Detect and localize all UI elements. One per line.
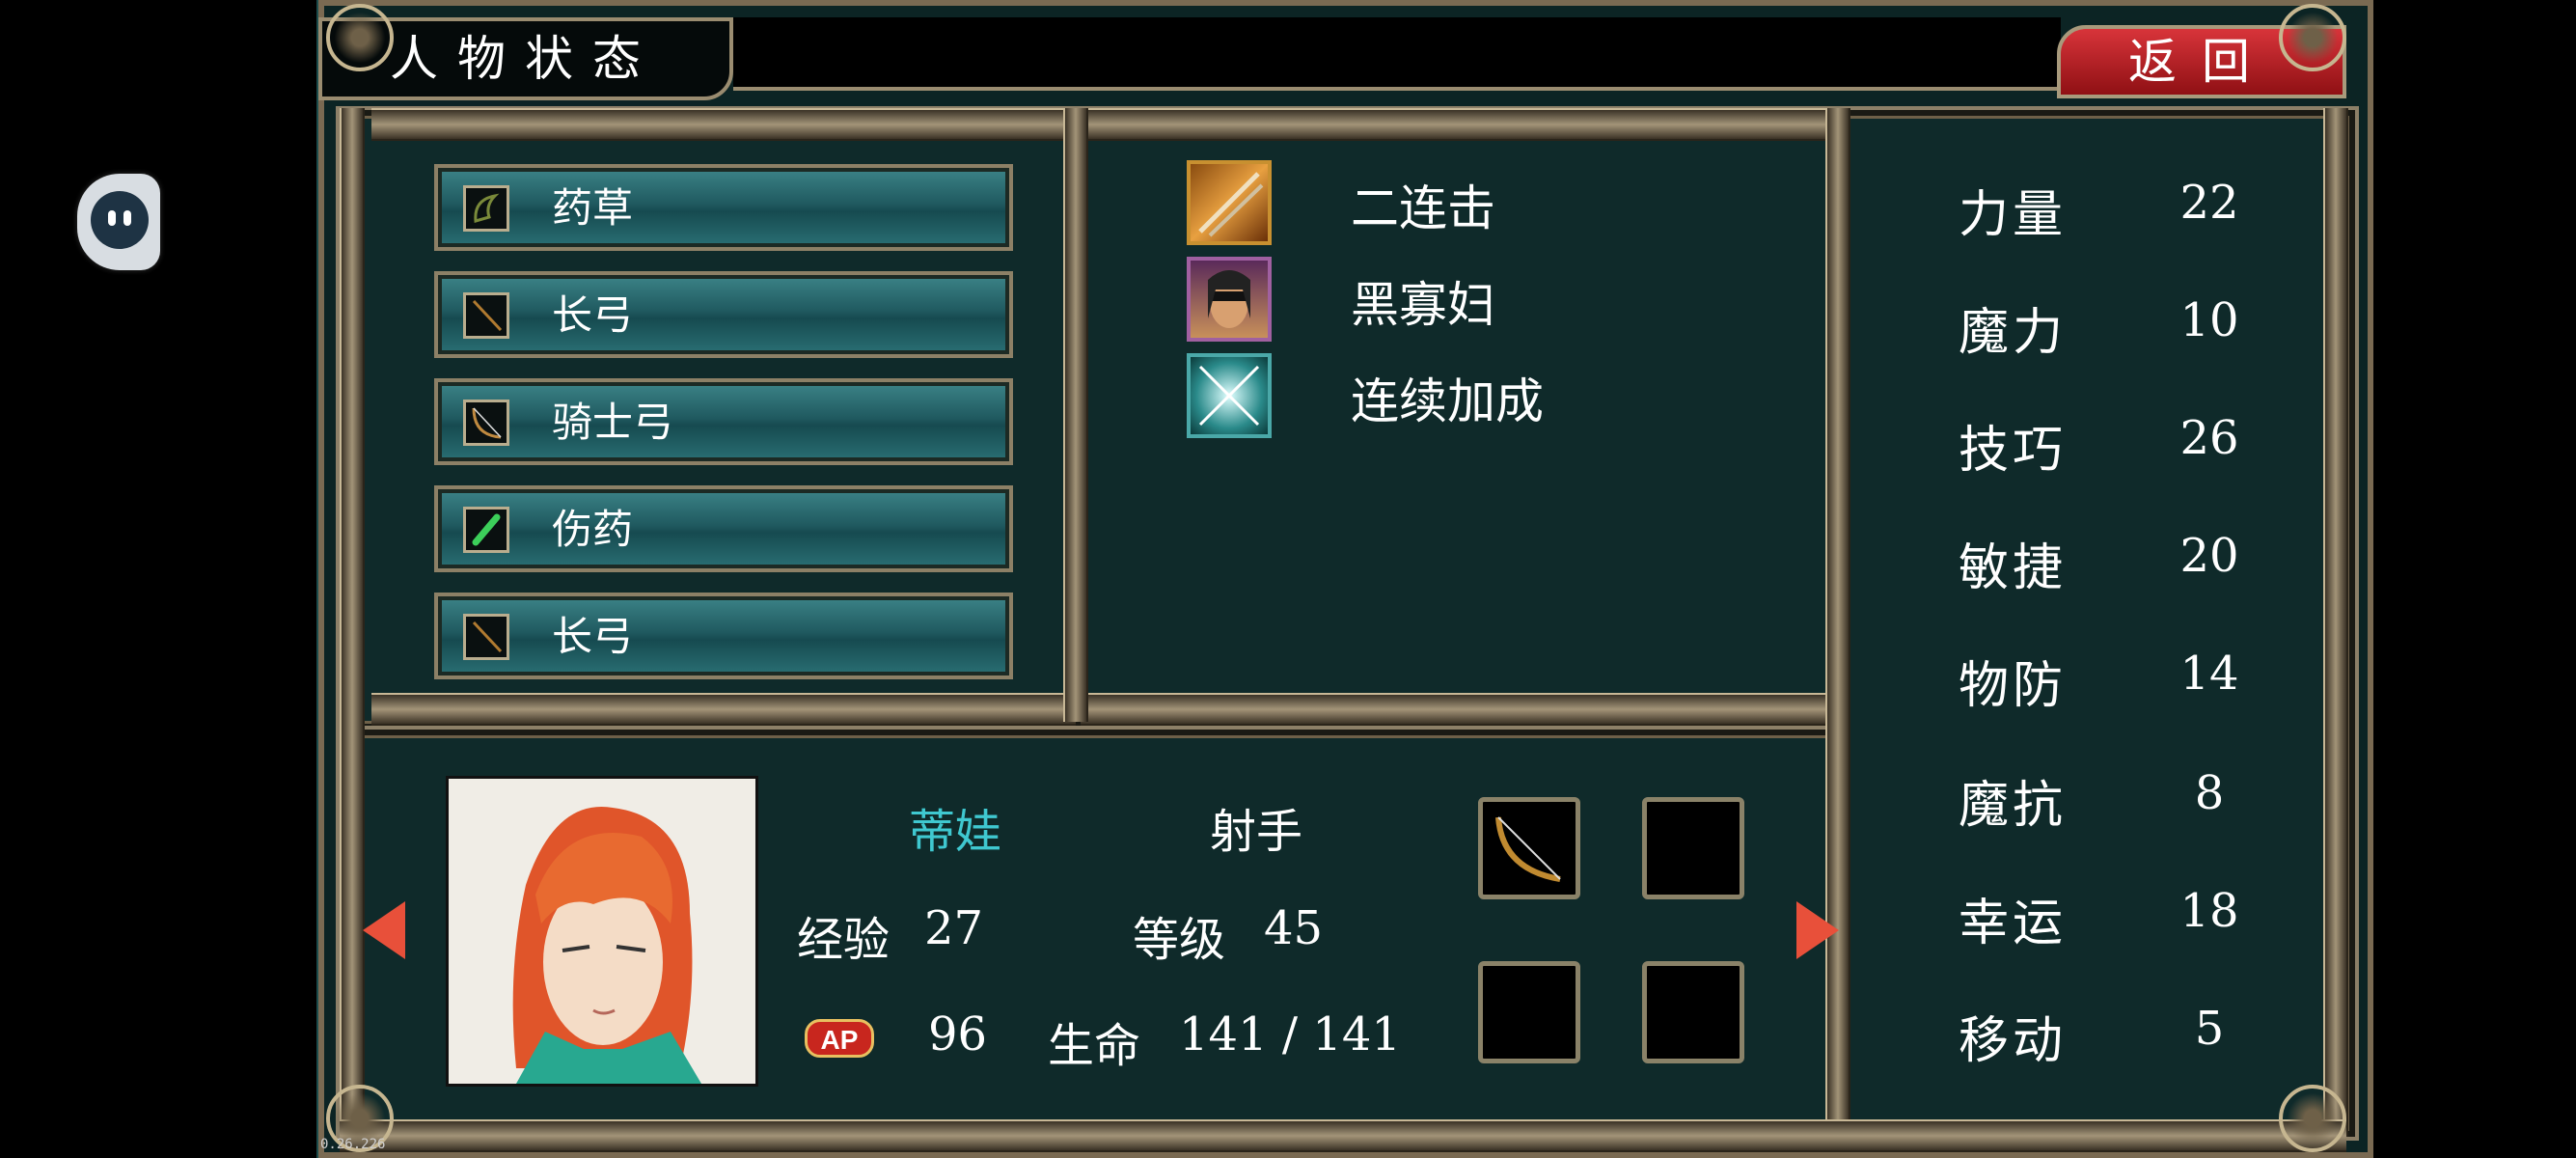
exp-label: 经验: [797, 913, 891, 967]
ornament-rail: [1081, 108, 1833, 141]
robot-face-icon: [91, 191, 149, 249]
stat-name: 技巧: [1959, 422, 2068, 480]
stat-value: 22: [2179, 176, 2239, 230]
black-widow-icon[interactable]: [1187, 257, 1272, 342]
inventory-item[interactable]: 骑士弓: [434, 378, 1013, 465]
ap-badge: AP: [805, 1019, 874, 1058]
stat-value: 8: [2194, 766, 2225, 820]
stat-name: 移动: [1959, 1012, 2068, 1070]
stat-name: 敏捷: [1959, 539, 2068, 597]
equipment-slot[interactable]: [1642, 797, 1744, 899]
stat-value: 20: [2179, 529, 2239, 583]
stats-panel: [1838, 106, 2359, 1141]
ornament-divider: [340, 108, 365, 1137]
corner-ornament: [2279, 4, 2346, 71]
double-strike-icon[interactable]: [1187, 160, 1272, 245]
stat-name: 魔抗: [1959, 777, 2068, 835]
ornament-divider: [2323, 108, 2348, 1137]
skill-label: 二连击: [1351, 180, 1495, 236]
inventory-item[interactable]: 长弓: [434, 593, 1013, 679]
corner-ornament: [2279, 1085, 2346, 1152]
item-label: 伤药: [552, 506, 634, 553]
ornament-divider: [1063, 108, 1088, 722]
knight-bow-icon: [463, 400, 509, 446]
ap-value: 96: [928, 1007, 988, 1062]
previous-character-arrow-icon[interactable]: [363, 901, 405, 959]
version-label: 0.26.226: [320, 1137, 386, 1152]
stat-name: 物防: [1959, 657, 2068, 715]
ornament-divider: [1825, 108, 1850, 1137]
ornament-rail: [340, 1119, 2346, 1152]
stat-value: 18: [2179, 884, 2239, 938]
next-character-arrow-icon[interactable]: [1796, 901, 1839, 959]
exp-value: 27: [924, 901, 984, 955]
title-bar: [733, 17, 2061, 91]
stat-name: 魔力: [1959, 304, 2068, 362]
potion-icon: [463, 507, 509, 553]
item-label: 骑士弓: [552, 399, 674, 446]
longbow-icon: [463, 614, 509, 660]
level-label: 等级: [1133, 913, 1226, 967]
character-portrait: [446, 776, 758, 1087]
longbow-icon: [463, 292, 509, 339]
stat-name: 幸运: [1959, 895, 2068, 952]
hp-value: 141 / 141: [1179, 1007, 1401, 1062]
stat-value: 10: [2179, 293, 2239, 347]
stat-value: 26: [2179, 411, 2239, 465]
character-name: 蒂娃: [909, 805, 1002, 859]
equipment-slot[interactable]: [1478, 961, 1580, 1063]
skill-label: 连续加成: [1351, 373, 1544, 429]
stat-name: 力量: [1959, 186, 2068, 244]
inventory-item[interactable]: 药草: [434, 164, 1013, 251]
ornament-rail: [1081, 693, 1833, 726]
equipment-slot-weapon[interactable]: [1478, 797, 1580, 899]
skill-label: 黑寡妇: [1351, 277, 1495, 333]
combo-bonus-icon[interactable]: [1187, 353, 1272, 438]
inventory-item[interactable]: 长弓: [434, 271, 1013, 358]
character-class: 射手: [1210, 805, 1303, 859]
floating-assistant-button[interactable]: [77, 174, 160, 270]
stat-value: 5: [2194, 1002, 2225, 1056]
equipment-slot[interactable]: [1642, 961, 1744, 1063]
corner-ornament: [326, 4, 394, 71]
herb-icon: [463, 185, 509, 232]
ornament-rail: [371, 693, 1076, 726]
item-label: 长弓: [552, 291, 634, 339]
stat-value: 14: [2179, 647, 2239, 701]
item-label: 长弓: [552, 613, 634, 660]
item-label: 药草: [552, 184, 634, 232]
ornament-rail: [371, 108, 1076, 141]
level-value: 45: [1264, 901, 1324, 955]
hp-label: 生命: [1048, 1019, 1141, 1073]
inventory-item[interactable]: 伤药: [434, 485, 1013, 572]
